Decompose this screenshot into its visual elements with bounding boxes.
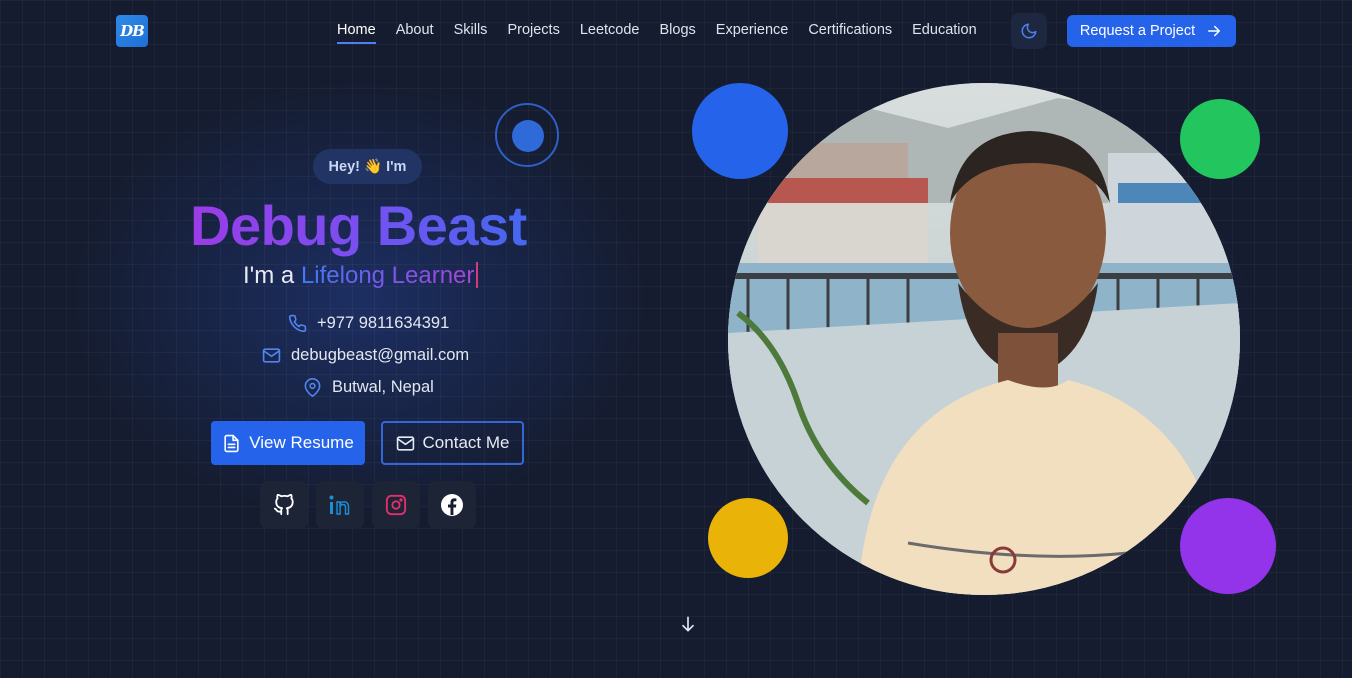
nav-certifications[interactable]: Certifications [808, 22, 892, 44]
email-text: debugbeast@gmail.com [291, 346, 470, 364]
facebook-link[interactable] [428, 481, 476, 529]
linkedin-icon [329, 495, 350, 515]
view-resume-button[interactable]: View Resume [211, 421, 365, 465]
decorative-circle-blue [692, 83, 788, 179]
nav-blogs[interactable]: Blogs [660, 22, 696, 44]
email-row[interactable]: debugbeast@gmail.com [262, 346, 469, 365]
hero-name: Debug Beast [190, 193, 550, 257]
moon-icon [1021, 23, 1037, 39]
phone-icon [288, 314, 307, 333]
file-icon [224, 434, 239, 452]
profile-photo [728, 83, 1240, 595]
greeting-badge: Hey! 👋 I'm [313, 149, 422, 184]
nav-education[interactable]: Education [912, 22, 977, 44]
site-logo[interactable]: DB [116, 15, 148, 47]
contact-me-button[interactable]: Contact Me [381, 421, 524, 465]
arrow-down-icon [682, 616, 694, 632]
nav-about[interactable]: About [396, 22, 434, 44]
instagram-link[interactable] [372, 481, 420, 529]
phone-row[interactable]: +977 9811634391 [288, 314, 449, 333]
facebook-icon [441, 494, 463, 516]
phone-text: +977 9811634391 [317, 314, 450, 332]
decorative-circle-yellow [708, 498, 788, 578]
hero-role: I'm a Lifelong Learner [243, 262, 479, 290]
theme-toggle-button[interactable] [1011, 13, 1047, 49]
location-text: Butwal, Nepal [332, 378, 434, 396]
mail-icon [262, 348, 281, 363]
decorative-ring [495, 103, 559, 167]
map-pin-icon [304, 378, 321, 397]
nav-leetcode[interactable]: Leetcode [580, 22, 640, 44]
linkedin-link[interactable] [316, 481, 364, 529]
scroll-down-arrow[interactable] [678, 614, 698, 639]
github-link[interactable] [260, 481, 308, 529]
main-nav: Home About Skills Projects Leetcode Blog… [337, 22, 997, 44]
location-row: Butwal, Nepal [303, 378, 434, 397]
decorative-circle-green [1180, 99, 1260, 179]
greeting-text: Hey! 👋 I'm [328, 159, 407, 175]
request-project-button[interactable]: Request a Project [1067, 15, 1236, 47]
nav-experience[interactable]: Experience [716, 22, 789, 44]
request-project-label: Request a Project [1079, 23, 1196, 39]
decorative-dot [512, 120, 544, 152]
logo-text: DB [120, 22, 145, 40]
typing-caret [476, 262, 479, 288]
nav-projects[interactable]: Projects [507, 22, 559, 44]
mail-icon [396, 435, 414, 451]
nav-home[interactable]: Home [337, 22, 376, 44]
role-typed: Lifelong Learner [300, 262, 475, 289]
instagram-icon [385, 494, 407, 516]
decorative-circle-purple [1180, 498, 1276, 594]
contact-me-label: Contact Me [422, 433, 510, 452]
role-prefix: I'm a [243, 262, 301, 289]
nav-skills[interactable]: Skills [454, 22, 488, 44]
arrow-right-icon [1208, 25, 1221, 37]
profile-photo-illustration [728, 83, 1240, 595]
github-icon [273, 494, 294, 516]
view-resume-label: View Resume [249, 433, 354, 452]
